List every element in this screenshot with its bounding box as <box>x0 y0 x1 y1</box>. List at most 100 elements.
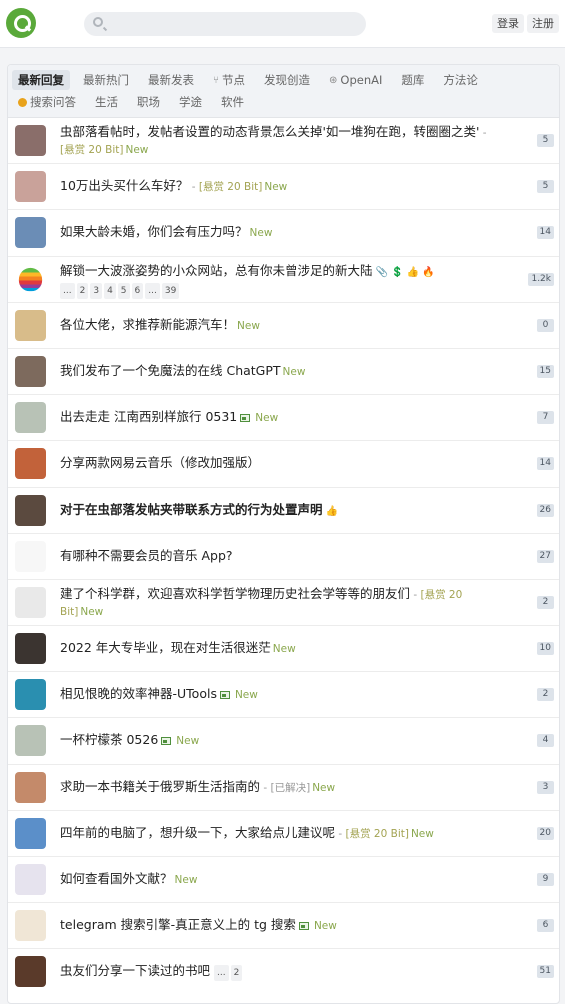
topic-title[interactable]: 一杯柠檬茶 0526 <box>60 732 158 747</box>
topic-row[interactable]: 虫友们分享一下读过的书吧... 2 51 <box>8 949 559 995</box>
topic-title[interactable]: 出去走走 江南西别样旅行 0531 <box>60 409 237 424</box>
reply-count[interactable]: 27 <box>536 549 554 563</box>
page-link[interactable]: ... <box>60 282 75 299</box>
reply-count[interactable]: 0 <box>537 318 554 332</box>
tab-tabs_row1-6[interactable]: 题库 <box>395 70 430 90</box>
reply-count[interactable]: 5 <box>537 134 554 147</box>
reply-count[interactable]: 7 <box>537 411 554 425</box>
tab-tabs_row2-0[interactable]: 搜索问答 <box>12 92 82 112</box>
topic-row[interactable]: 2022 年大专毕业，现在对生活很迷茫 New 10 <box>8 626 559 673</box>
reply-count[interactable]: 26 <box>536 503 554 517</box>
topic-row[interactable]: 求助一本书籍关于俄罗斯生活指南的 - [已解决] New 3 <box>8 765 559 811</box>
page-link[interactable]: ... <box>145 282 160 299</box>
avatar[interactable] <box>15 633 46 665</box>
page-link[interactable]: 6 <box>131 282 144 299</box>
tab-tabs_row2-3[interactable]: 学途 <box>173 92 208 112</box>
register-button[interactable]: 注册 <box>527 14 559 33</box>
page-link[interactable]: 2 <box>230 965 243 982</box>
topic-title[interactable]: 各位大佬，求推荐新能源汽车！ <box>60 317 235 332</box>
topic-title[interactable]: telegram 搜索引擎-真正意义上的 tg 搜索 <box>60 917 296 932</box>
tab-tabs_row1-7[interactable]: 方法论 <box>437 70 484 90</box>
topic-row[interactable]: 对于在虫部落发帖夹带联系方式的行为处置声明 👍 26 <box>8 488 559 534</box>
tab-tabs_row1-2[interactable]: 最新发表 <box>142 70 200 90</box>
tab-tabs_row2-2[interactable]: 职场 <box>131 92 166 112</box>
reply-count[interactable]: 20 <box>536 826 554 840</box>
reply-count[interactable]: 2 <box>537 595 554 609</box>
topic-row[interactable]: 有哪种不需要会员的音乐 App? 27 <box>8 534 559 580</box>
reply-count[interactable]: 1.2k <box>528 272 554 286</box>
reply-count[interactable]: 14 <box>536 457 554 471</box>
topic-title[interactable]: 2022 年大专毕业，现在对生活很迷茫 <box>60 640 271 655</box>
topic-row[interactable]: 10万出头买什么车好？ - [悬赏 20 Bit] New 5 <box>8 164 559 211</box>
topic-row[interactable]: 相见恨晚的效率神器-UTools New 2 <box>8 672 559 719</box>
reply-count[interactable]: 15 <box>536 364 554 378</box>
reply-count[interactable]: 9 <box>537 873 554 886</box>
avatar[interactable] <box>15 817 46 849</box>
avatar[interactable] <box>15 910 46 942</box>
reply-count[interactable]: 5 <box>537 180 554 194</box>
topic-title[interactable]: 如何查看国外文献？ <box>60 871 173 886</box>
search-box[interactable] <box>84 12 366 36</box>
avatar[interactable] <box>15 171 46 203</box>
topic-row[interactable]: 我们发布了一个免魔法的在线 ChatGPT New 15 <box>8 349 559 396</box>
avatar[interactable] <box>15 864 46 895</box>
avatar[interactable] <box>15 725 46 757</box>
topic-title[interactable]: 建了个科学群，欢迎喜欢科学哲学物理历史社会学等等的朋友们 <box>60 586 410 601</box>
topic-row[interactable]: 解锁一大波涨姿势的小众网站，总有你未曾涉足的新大陆 📎 💲 👍 🔥... 2 3 4 5 6… <box>8 257 559 303</box>
topic-row[interactable]: 四年前的电脑了，想升级一下，大家给点儿建议呢 - [悬赏 20 Bit] New 2… <box>8 811 559 857</box>
avatar[interactable] <box>15 355 46 387</box>
tab-tabs_row1-3[interactable]: ⑂ 节点 <box>207 70 251 90</box>
page-link[interactable]: ... <box>214 965 229 982</box>
topic-row[interactable]: 出去走走 江南西别样旅行 0531 New 7 <box>8 395 559 442</box>
avatar[interactable] <box>15 956 46 988</box>
search-input[interactable] <box>110 15 350 33</box>
topic-title[interactable]: 求助一本书籍关于俄罗斯生活指南的 <box>60 779 260 794</box>
tab-tabs_row1-1[interactable]: 最新热门 <box>77 70 135 90</box>
topic-row[interactable]: telegram 搜索引擎-真正意义上的 tg 搜索 New 6 <box>8 903 559 950</box>
topic-title[interactable]: 虫友们分享一下读过的书吧 <box>60 963 210 978</box>
avatar[interactable] <box>15 448 46 480</box>
topic-title[interactable]: 10万出头买什么车好？ <box>60 178 188 193</box>
reply-count[interactable]: 2 <box>537 688 554 702</box>
login-button[interactable]: 登录 <box>492 14 524 33</box>
reply-count[interactable]: 10 <box>536 642 554 656</box>
topic-title[interactable]: 有哪种不需要会员的音乐 App? <box>60 548 233 563</box>
avatar[interactable] <box>15 309 46 341</box>
reply-count[interactable]: 4 <box>537 734 554 748</box>
topic-row[interactable]: 分享两款网易云音乐（修改加强版） 14 <box>8 441 559 488</box>
avatar[interactable] <box>15 125 46 156</box>
avatar[interactable] <box>15 679 46 711</box>
topic-row[interactable]: 如果大龄未婚，你们会有压力吗？ New 14 <box>8 210 559 257</box>
avatar[interactable] <box>15 402 46 434</box>
reply-count[interactable]: 6 <box>537 919 554 933</box>
tab-tabs_row2-4[interactable]: 软件 <box>215 92 250 112</box>
topic-title[interactable]: 如果大龄未婚，你们会有压力吗？ <box>60 224 248 239</box>
avatar[interactable] <box>18 267 43 291</box>
page-link[interactable]: 4 <box>104 282 116 299</box>
site-logo[interactable] <box>6 8 36 38</box>
topic-title[interactable]: 相见恨晚的效率神器-UTools <box>60 686 217 701</box>
reply-count[interactable]: 3 <box>537 780 554 794</box>
reply-count[interactable]: 14 <box>536 226 554 240</box>
reply-count[interactable]: 51 <box>536 965 554 979</box>
topic-title[interactable]: 分享两款网易云音乐（修改加强版） <box>60 455 260 470</box>
page-link[interactable]: 5 <box>117 282 130 299</box>
tab-tabs_row1-0[interactable]: 最新回复 <box>12 70 70 90</box>
topic-row[interactable]: 如何查看国外文献？ New 9 <box>8 857 559 904</box>
topic-title[interactable]: 对于在虫部落发帖夹带联系方式的行为处置声明 <box>60 502 323 517</box>
topic-title[interactable]: 虫部落看帖时，发帖者设置的动态背景怎么关掉'如一堆狗在跑，转圈圈之类' <box>60 124 479 139</box>
tab-tabs_row2-1[interactable]: 生活 <box>89 92 124 112</box>
tab-tabs_row1-4[interactable]: 发现创造 <box>258 70 316 90</box>
topic-row[interactable]: 建了个科学群，欢迎喜欢科学哲学物理历史社会学等等的朋友们 - [悬赏 20 Bi… <box>8 580 559 627</box>
topic-row[interactable]: 虫部落看帖时，发帖者设置的动态背景怎么关掉'如一堆狗在跑，转圈圈之类' - [悬… <box>8 118 559 165</box>
topic-title[interactable]: 四年前的电脑了，想升级一下，大家给点儿建议呢 <box>60 825 335 840</box>
topic-title[interactable]: 我们发布了一个免魔法的在线 ChatGPT <box>60 363 281 378</box>
page-link[interactable]: 3 <box>90 282 103 299</box>
page-link[interactable]: 2 <box>76 282 89 299</box>
topic-row[interactable]: 一杯柠檬茶 0526 New 4 <box>8 718 559 765</box>
avatar[interactable] <box>15 771 46 803</box>
avatar[interactable] <box>15 494 46 526</box>
avatar[interactable] <box>15 586 46 618</box>
page-link[interactable]: 39 <box>161 282 180 299</box>
avatar[interactable] <box>15 217 46 249</box>
